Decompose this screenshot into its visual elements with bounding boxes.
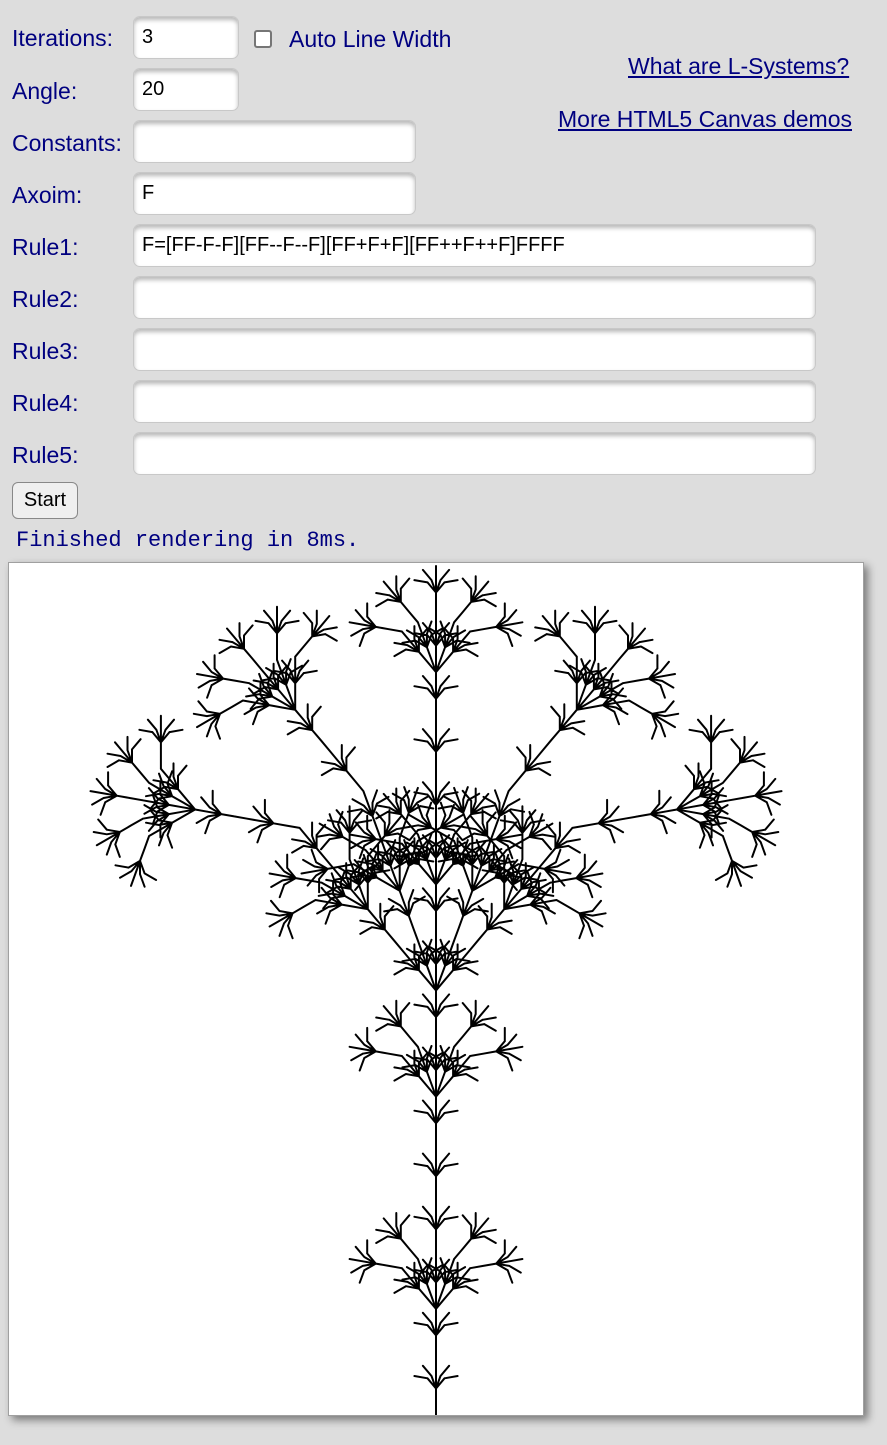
- axiom-input[interactable]: [133, 172, 416, 215]
- constants-input[interactable]: [133, 120, 416, 163]
- angle-input[interactable]: [133, 68, 239, 111]
- start-button[interactable]: Start: [12, 482, 78, 519]
- more-canvas-demos-link[interactable]: More HTML5 Canvas demos: [558, 106, 852, 132]
- rule3-input[interactable]: [133, 328, 816, 371]
- angle-label: Angle:: [12, 78, 78, 104]
- rule1-label: Rule1:: [12, 234, 79, 260]
- what-are-lsystems-link[interactable]: What are L-Systems?: [628, 53, 849, 79]
- rule5-label: Rule5:: [12, 442, 79, 468]
- auto-line-width-toggle[interactable]: Auto Line Width: [254, 26, 451, 52]
- rule2-label: Rule2:: [12, 286, 79, 312]
- iterations-input[interactable]: [133, 16, 239, 59]
- lsystem-drawing: [89, 565, 783, 1415]
- lsystem-fractal-path: [89, 565, 783, 1415]
- rule2-input[interactable]: [133, 276, 816, 319]
- lsystem-canvas[interactable]: [8, 562, 864, 1416]
- axiom-label: Axoim:: [12, 182, 83, 208]
- rule4-label: Rule4:: [12, 390, 79, 416]
- rule1-input[interactable]: [133, 224, 816, 267]
- auto-line-width-label: Auto Line Width: [289, 26, 452, 52]
- auto-line-width-checkbox[interactable]: [254, 30, 272, 48]
- iterations-label: Iterations:: [12, 25, 113, 51]
- render-status: Finished rendering in 8ms.: [16, 528, 360, 553]
- constants-label: Constants:: [12, 130, 122, 156]
- rule4-input[interactable]: [133, 380, 816, 423]
- rule3-label: Rule3:: [12, 338, 79, 364]
- rule5-input[interactable]: [133, 432, 816, 475]
